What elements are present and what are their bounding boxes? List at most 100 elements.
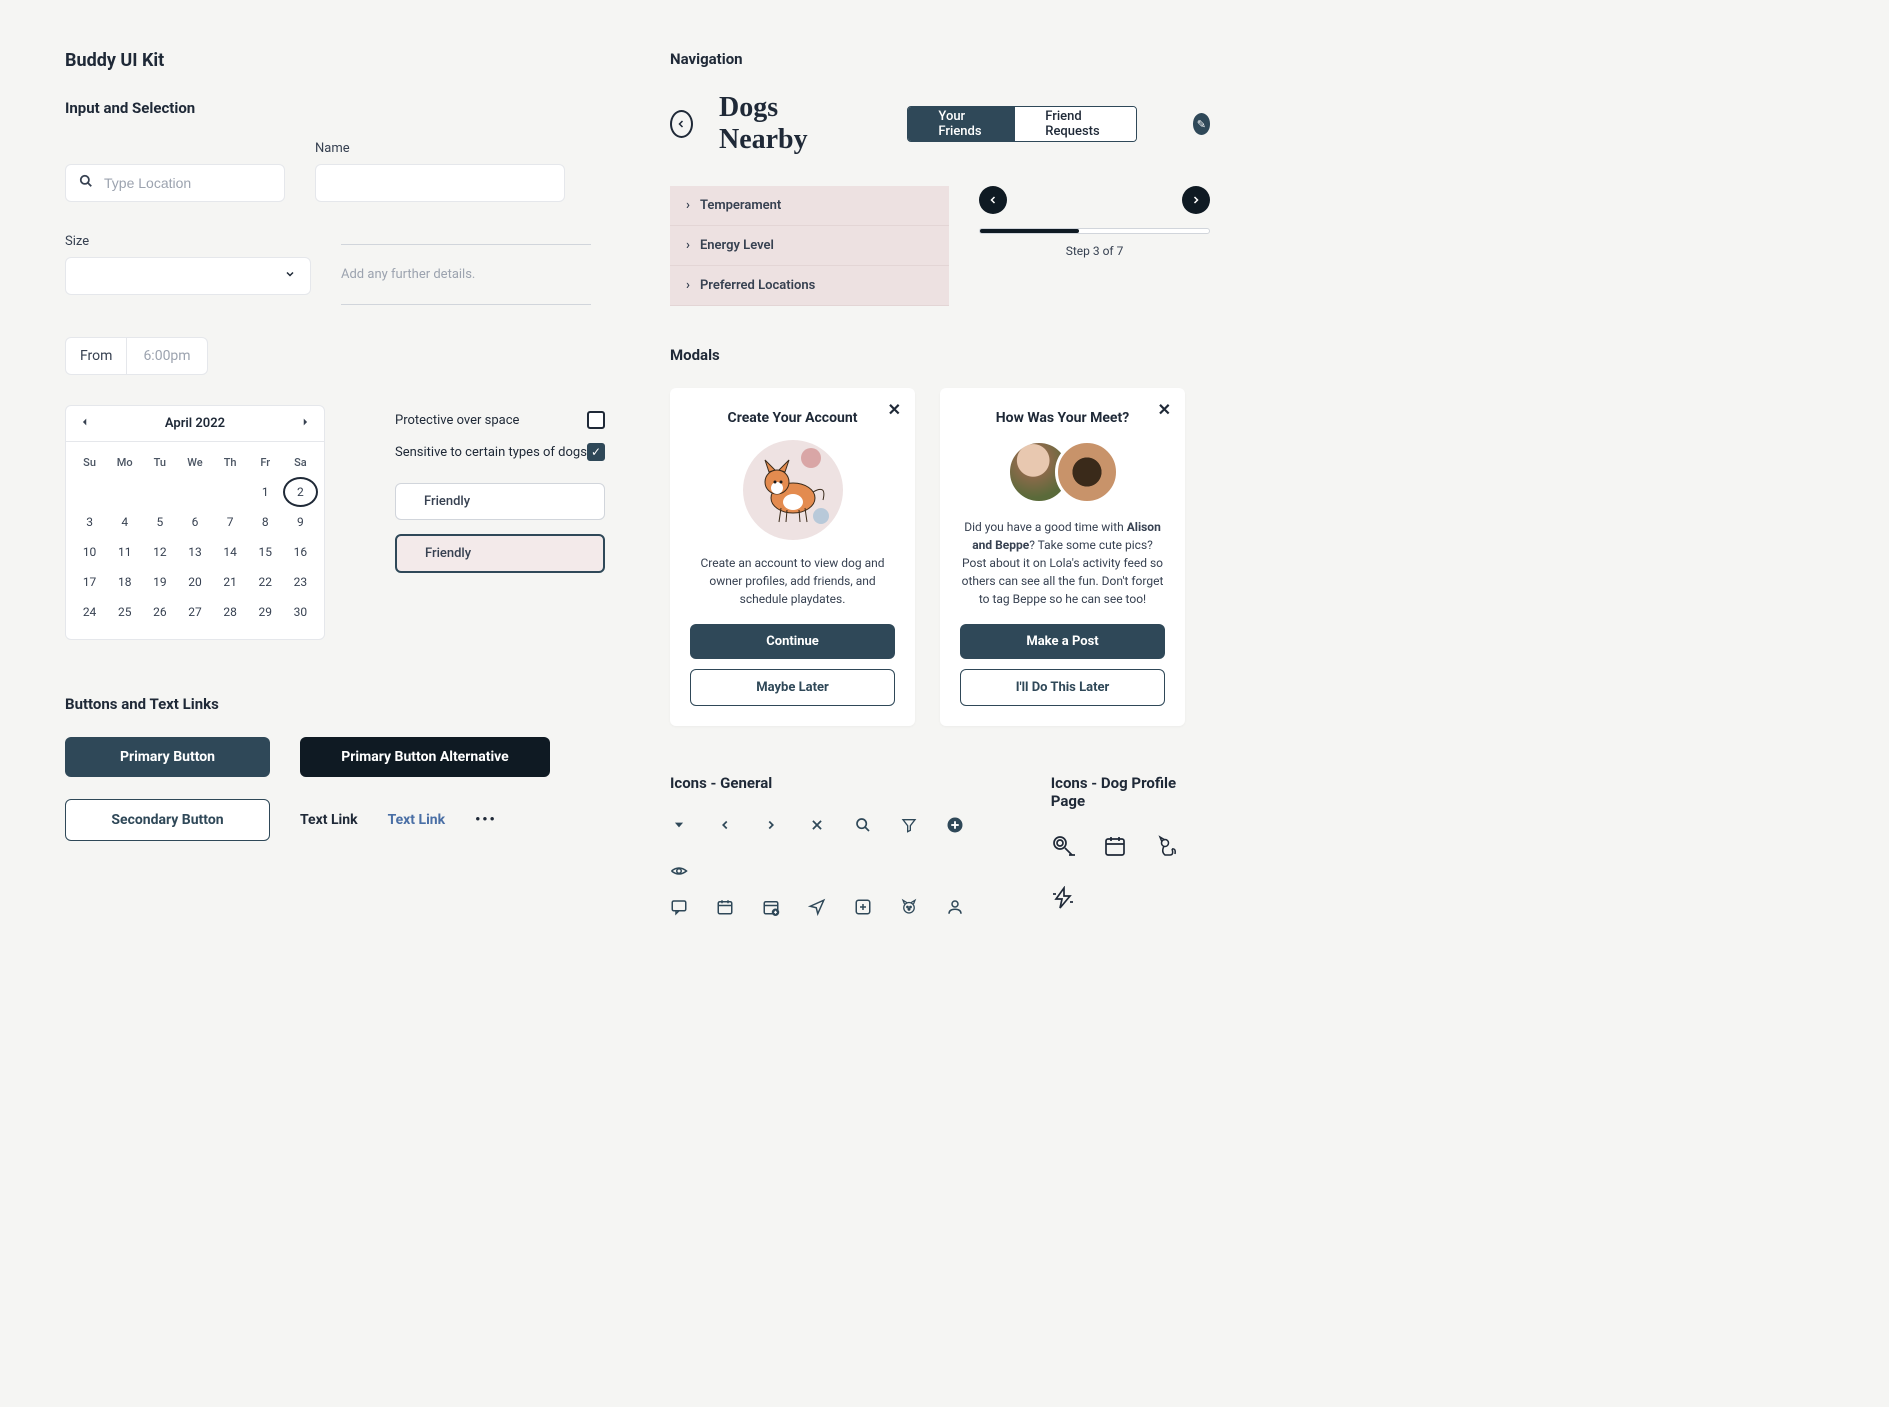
section-modals: Modals bbox=[670, 346, 1210, 364]
name-label: Name bbox=[315, 141, 565, 156]
checkbox-label-sensitive: Sensitive to certain types of dogs bbox=[395, 445, 587, 460]
calendar-day[interactable]: 22 bbox=[248, 567, 283, 597]
dog-icon bbox=[900, 898, 918, 916]
calendar-day[interactable]: 16 bbox=[283, 537, 318, 567]
accordion-label: Preferred Locations bbox=[700, 278, 815, 293]
calendar-day[interactable]: 24 bbox=[72, 597, 107, 627]
maybe-later-button[interactable]: Maybe Later bbox=[690, 669, 895, 706]
name-input[interactable] bbox=[315, 164, 565, 202]
from-label: From bbox=[66, 338, 127, 374]
energy-icon bbox=[1051, 886, 1075, 910]
checkbox-label-protective: Protective over space bbox=[395, 413, 519, 428]
modal-body: Did you have a good time with Alison and… bbox=[960, 518, 1165, 608]
section-icons-dog: Icons - Dog Profile Page bbox=[1051, 774, 1210, 810]
calendar-day[interactable]: 28 bbox=[213, 597, 248, 627]
size-select[interactable] bbox=[65, 257, 311, 295]
calendar-day[interactable]: 17 bbox=[72, 567, 107, 597]
calendar-day[interactable]: 9 bbox=[283, 507, 318, 537]
edit-icon[interactable]: ✎ bbox=[1193, 113, 1210, 135]
calendar-dow: Fr bbox=[248, 448, 283, 477]
calendar-day[interactable]: 15 bbox=[248, 537, 283, 567]
stepper-next[interactable] bbox=[1182, 186, 1210, 214]
calendar-day[interactable]: 23 bbox=[283, 567, 318, 597]
stepper-prev[interactable] bbox=[979, 186, 1007, 214]
details-textarea[interactable]: Add any further details. bbox=[341, 244, 591, 305]
calendar-day[interactable]: 29 bbox=[248, 597, 283, 627]
accordion-temperament[interactable]: ›Temperament bbox=[670, 186, 949, 226]
leash-icon bbox=[1051, 834, 1075, 858]
calendar-day[interactable]: 19 bbox=[142, 567, 177, 597]
chevron-down-icon bbox=[670, 816, 688, 834]
secondary-button[interactable]: Secondary Button bbox=[65, 799, 270, 841]
calendar-next-icon[interactable] bbox=[300, 416, 310, 431]
do-later-button[interactable]: I'll Do This Later bbox=[960, 669, 1165, 706]
tab-friend-requests[interactable]: Friend Requests bbox=[1015, 107, 1135, 141]
calendar-dow: Sa bbox=[283, 448, 318, 477]
calendar-dow: Tu bbox=[142, 448, 177, 477]
location-input[interactable] bbox=[65, 164, 285, 202]
calendar-month: April 2022 bbox=[165, 416, 225, 431]
chevron-right-icon bbox=[762, 816, 780, 834]
calendar-day[interactable]: 13 bbox=[177, 537, 212, 567]
close-icon[interactable]: ✕ bbox=[888, 400, 901, 419]
calendar-day[interactable]: 30 bbox=[283, 597, 318, 627]
calendar-day[interactable]: 3 bbox=[72, 507, 107, 537]
calendar-prev-icon[interactable] bbox=[80, 416, 90, 431]
comment-icon bbox=[670, 898, 688, 916]
pill-friendly-selected[interactable]: Friendly bbox=[395, 534, 605, 573]
primary-alt-button[interactable]: Primary Button Alternative bbox=[300, 737, 550, 777]
calendar-day[interactable]: 20 bbox=[177, 567, 212, 597]
chevron-down-icon bbox=[284, 268, 296, 284]
accordion-label: Energy Level bbox=[700, 238, 774, 253]
accordion-energy[interactable]: › Energy Level bbox=[670, 226, 949, 266]
calendar-day[interactable]: 21 bbox=[213, 567, 248, 597]
tab-your-friends[interactable]: Your Friends bbox=[908, 107, 1015, 141]
add-icon bbox=[946, 816, 964, 834]
calendar-day[interactable]: 11 bbox=[107, 537, 142, 567]
text-link-blue[interactable]: Text Link bbox=[388, 812, 446, 828]
chevron-right-icon: › bbox=[686, 238, 690, 253]
chevron-right-icon: › bbox=[686, 198, 690, 213]
close-icon[interactable]: ✕ bbox=[1158, 400, 1171, 419]
pill-friendly-unselected[interactable]: Friendly bbox=[395, 483, 605, 520]
more-icon[interactable]: ••• bbox=[475, 812, 497, 828]
section-buttons: Buttons and Text Links bbox=[65, 695, 605, 713]
from-value: 6:00pm bbox=[127, 338, 206, 374]
text-link[interactable]: Text Link bbox=[300, 812, 358, 828]
calendar-day[interactable]: 1 bbox=[248, 477, 283, 507]
make-post-button[interactable]: Make a Post bbox=[960, 624, 1165, 659]
calendar-day[interactable]: 4 bbox=[107, 507, 142, 537]
person-icon bbox=[946, 898, 964, 916]
calendar-day[interactable]: 18 bbox=[107, 567, 142, 597]
back-button[interactable] bbox=[670, 110, 693, 138]
progress-bar bbox=[979, 228, 1210, 234]
continue-button[interactable]: Continue bbox=[690, 624, 895, 659]
calendar-day[interactable]: 8 bbox=[248, 507, 283, 537]
calendar-day[interactable]: 2 bbox=[283, 477, 318, 507]
checkbox-protective[interactable] bbox=[587, 411, 605, 429]
calendar-day[interactable]: 27 bbox=[177, 597, 212, 627]
eye-icon bbox=[670, 862, 688, 880]
calendar-day[interactable]: 10 bbox=[72, 537, 107, 567]
avatar-dog bbox=[1055, 440, 1119, 504]
calendar-day[interactable]: 12 bbox=[142, 537, 177, 567]
calendar-day[interactable]: 26 bbox=[142, 597, 177, 627]
calendar-dow: Su bbox=[72, 448, 107, 477]
checkbox-sensitive[interactable]: ✓ bbox=[587, 443, 605, 461]
dog-sitting-icon bbox=[1155, 834, 1179, 858]
calendar-dow: Mo bbox=[107, 448, 142, 477]
calendar-day[interactable]: 6 bbox=[177, 507, 212, 537]
primary-button[interactable]: Primary Button bbox=[65, 737, 270, 777]
accordion-locations[interactable]: ›Preferred Locations bbox=[670, 266, 949, 306]
calendar-day[interactable]: 7 bbox=[213, 507, 248, 537]
calendar-day[interactable]: 25 bbox=[107, 597, 142, 627]
modal-how-was-meet: ✕ How Was Your Meet? Did you have a good… bbox=[940, 388, 1185, 726]
calendar-day[interactable]: 14 bbox=[213, 537, 248, 567]
calendar-day[interactable]: 5 bbox=[142, 507, 177, 537]
modal-body: Create an account to view dog and owner … bbox=[690, 554, 895, 608]
time-from-input[interactable]: From 6:00pm bbox=[65, 337, 208, 375]
section-navigation: Navigation bbox=[670, 50, 1210, 68]
calendar-add-icon bbox=[762, 898, 780, 916]
calendar-dow: We bbox=[177, 448, 212, 477]
calendar-outline-icon bbox=[1103, 834, 1127, 858]
